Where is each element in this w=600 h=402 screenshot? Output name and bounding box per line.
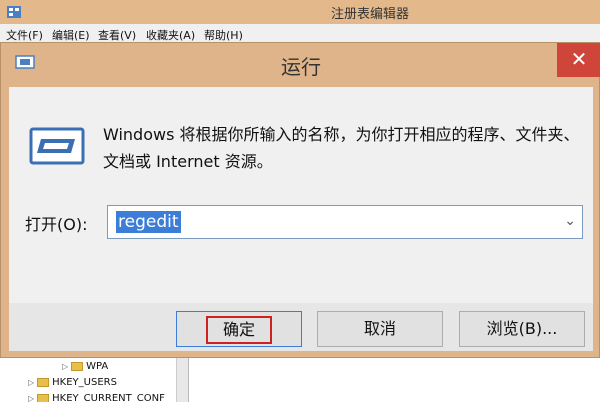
registry-editor-title: 注册表编辑器 [330, 7, 409, 22]
run-program-icon [29, 127, 85, 165]
folder-icon [71, 361, 84, 371]
close-icon: ✕ [570, 47, 588, 71]
registry-menubar: 文件(F) 编辑(E) 查看(V) 收藏夹(A) 帮助(H) [0, 24, 600, 44]
menu-help[interactable]: 帮助(H) [204, 27, 243, 43]
folder-icon [37, 377, 50, 387]
cancel-button-label: 取消 [363, 319, 396, 338]
browse-button[interactable]: 浏览(B)... [459, 311, 585, 347]
cancel-button[interactable]: 取消 [317, 311, 443, 347]
run-dialog: 运行 ✕ Windows 将根据你所输入的名称，为你打开相应的程序、文件夹、文档… [0, 42, 600, 358]
menu-file[interactable]: 文件(F) [6, 27, 43, 43]
expand-arrow-icon[interactable]: ▷ [28, 394, 34, 402]
open-combobox[interactable]: regedit ⌄ [107, 205, 583, 239]
expand-arrow-icon[interactable]: ▷ [62, 362, 68, 371]
ok-button-label: 确定 [222, 320, 255, 339]
dialog-description: Windows 将根据你所输入的名称，为你打开相应的程序、文件夹、文档或 Int… [103, 125, 580, 171]
close-button[interactable]: ✕ [557, 43, 600, 77]
menu-edit[interactable]: 编辑(E) [52, 27, 90, 43]
open-label: 打开(O): [25, 215, 88, 234]
menu-view[interactable]: 查看(V) [98, 27, 136, 43]
ok-button[interactable]: 确定 [176, 311, 302, 347]
tree-item-hkey-users[interactable]: ▷ HKEY_USERS [28, 377, 117, 388]
browse-button-label: 浏览(B)... [486, 319, 558, 338]
tree-item-hkey-current-config[interactable]: ▷ HKEY_CURRENT_CONF [28, 393, 165, 402]
dialog-title: 运行 [281, 55, 321, 79]
chevron-down-icon[interactable]: ⌄ [564, 213, 576, 229]
tree-item-wpa[interactable]: ▷ WPA [62, 361, 108, 372]
folder-icon [37, 393, 50, 402]
highlight-box: 确定 [206, 316, 272, 344]
open-input[interactable]: regedit [116, 211, 181, 233]
registry-editor-titlebar: 注册表编辑器 [0, 0, 600, 24]
menu-favorites[interactable]: 收藏夹(A) [146, 27, 195, 43]
expand-arrow-icon[interactable]: ▷ [28, 378, 34, 387]
